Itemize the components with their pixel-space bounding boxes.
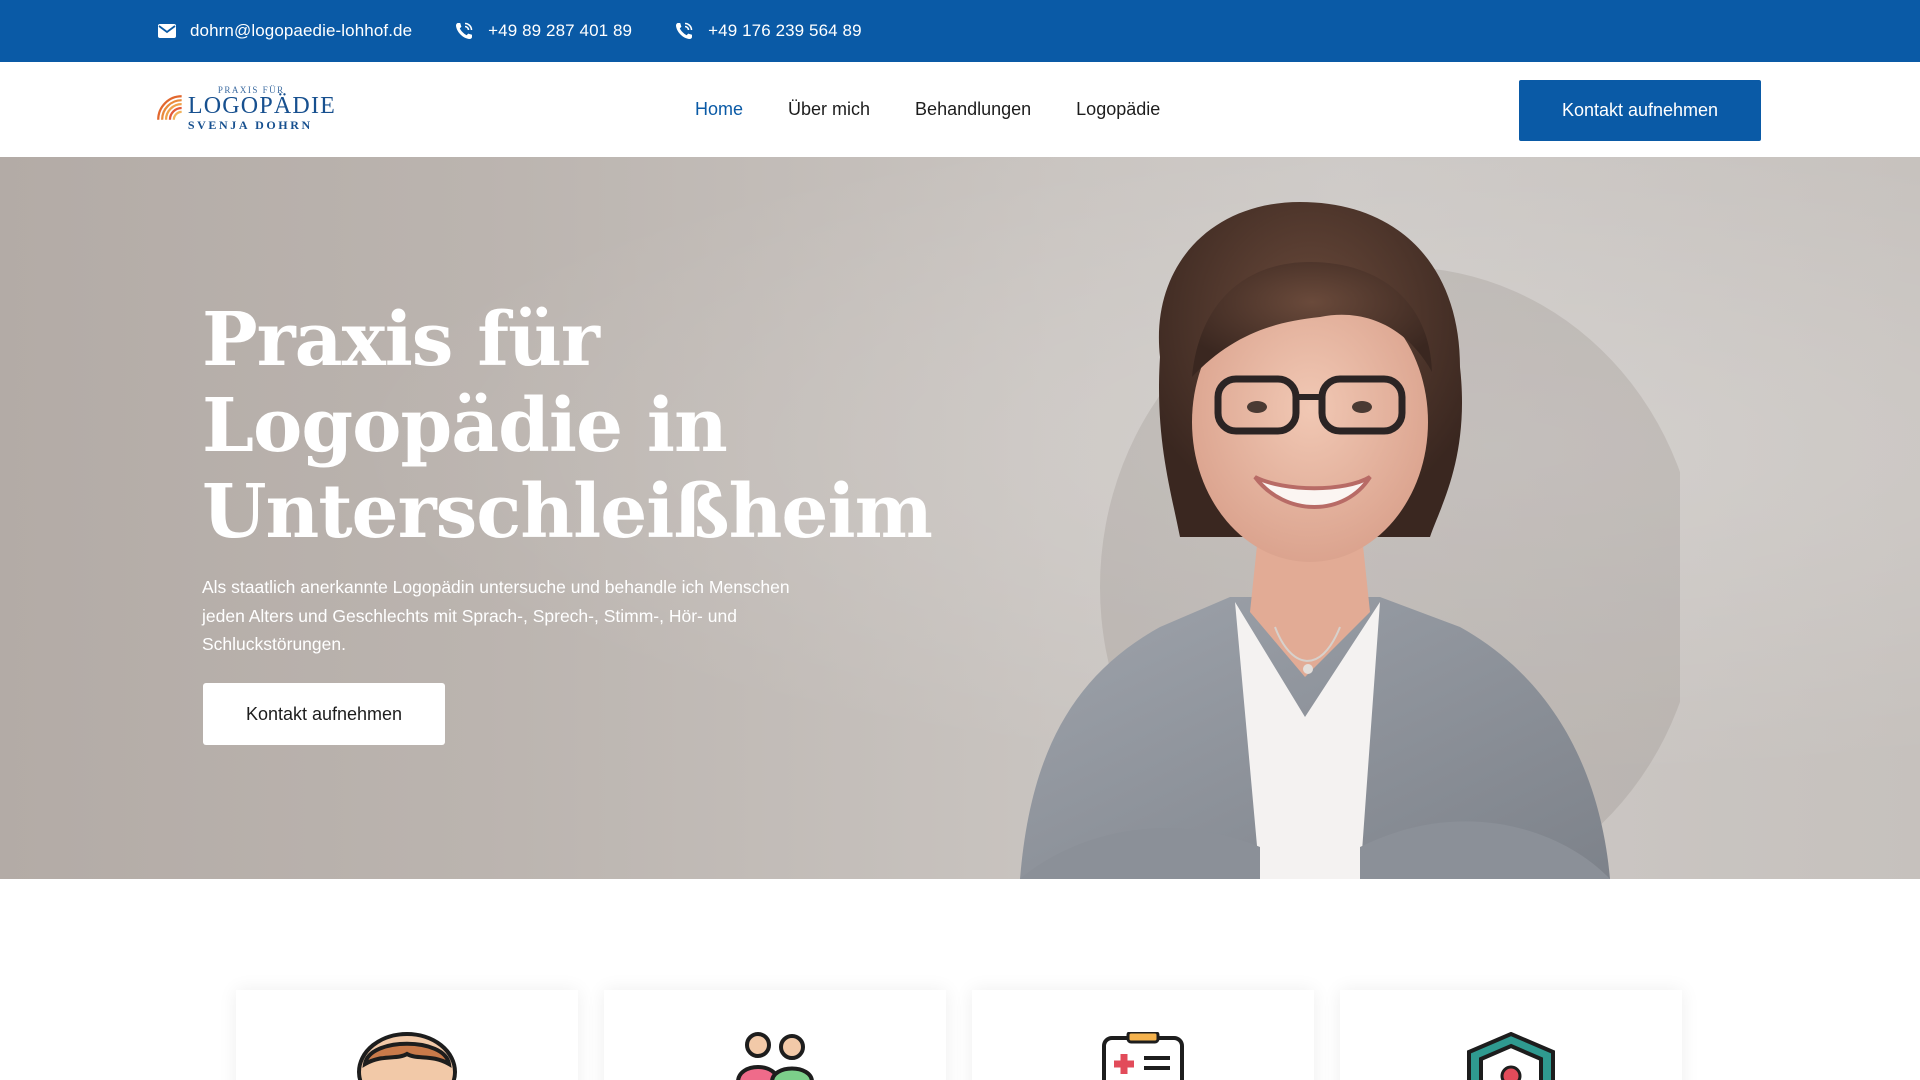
mail-icon — [158, 24, 176, 38]
service-card[interactable] — [1340, 990, 1682, 1080]
hero-section: Praxis für Logopädie in Unterschleißheim… — [0, 157, 1920, 879]
hero-title-line-1: Praxis für — [202, 297, 600, 383]
site-header: PRAXIS FÜR LOGOPÄDIE SVENJA DOHRN Home Ü… — [0, 62, 1920, 157]
medical-clipboard-icon — [1102, 1032, 1184, 1080]
hero-contact-button[interactable]: Kontakt aufnehmen — [203, 683, 445, 745]
phone-link-2[interactable]: +49 176 239 564 89 — [708, 21, 862, 41]
service-card[interactable] — [604, 990, 946, 1080]
people-icon — [736, 1032, 814, 1080]
hero-title-line-2: Logopädie in — [202, 383, 728, 469]
site-logo[interactable]: PRAXIS FÜR LOGOPÄDIE SVENJA DOHRN — [156, 80, 336, 136]
service-card[interactable] — [972, 990, 1314, 1080]
logo-line-3: SVENJA DOHRN — [187, 117, 313, 132]
top-info-bar: dohrn@logopaedie-lohhof.de +49 89 287 40… — [0, 0, 1920, 62]
phone-contact-2[interactable]: +49 176 239 564 89 — [674, 21, 862, 41]
hero-title: Praxis für Logopädie in Unterschleißheim — [202, 297, 933, 555]
phone-link-1[interactable]: +49 89 287 401 89 — [488, 21, 632, 41]
child-face-icon — [357, 1032, 457, 1080]
therapist-portrait-image — [1020, 202, 1680, 879]
main-nav: Home Über mich Behandlungen Logopädie — [695, 62, 1205, 157]
hero-description: Als staatlich anerkannte Logopädin unter… — [202, 577, 790, 654]
email-link[interactable]: dohrn@logopaedie-lohhof.de — [190, 21, 412, 41]
phone-icon — [456, 22, 473, 39]
services-section — [0, 879, 1920, 1080]
hero-title-line-3: Unterschleißheim — [202, 469, 933, 555]
nav-item-about[interactable]: Über mich — [788, 99, 870, 120]
nav-item-speech-therapy[interactable]: Logopädie — [1076, 99, 1160, 120]
email-contact[interactable]: dohrn@logopaedie-lohhof.de — [158, 21, 412, 41]
nav-item-treatments[interactable]: Behandlungen — [915, 99, 1031, 120]
phone-icon — [676, 22, 693, 39]
logo-line-2: LOGOPÄDIE — [187, 92, 336, 119]
nav-item-home[interactable]: Home — [695, 99, 743, 120]
phone-contact-1[interactable]: +49 89 287 401 89 — [454, 21, 632, 41]
logo-wordmark: PRAXIS FÜR LOGOPÄDIE SVENJA DOHRN — [187, 85, 336, 132]
header-contact-button[interactable]: Kontakt aufnehmen — [1519, 80, 1761, 141]
shield-icon — [1467, 1032, 1555, 1080]
rainbow-logo-icon — [157, 95, 182, 120]
service-card[interactable] — [236, 990, 578, 1080]
